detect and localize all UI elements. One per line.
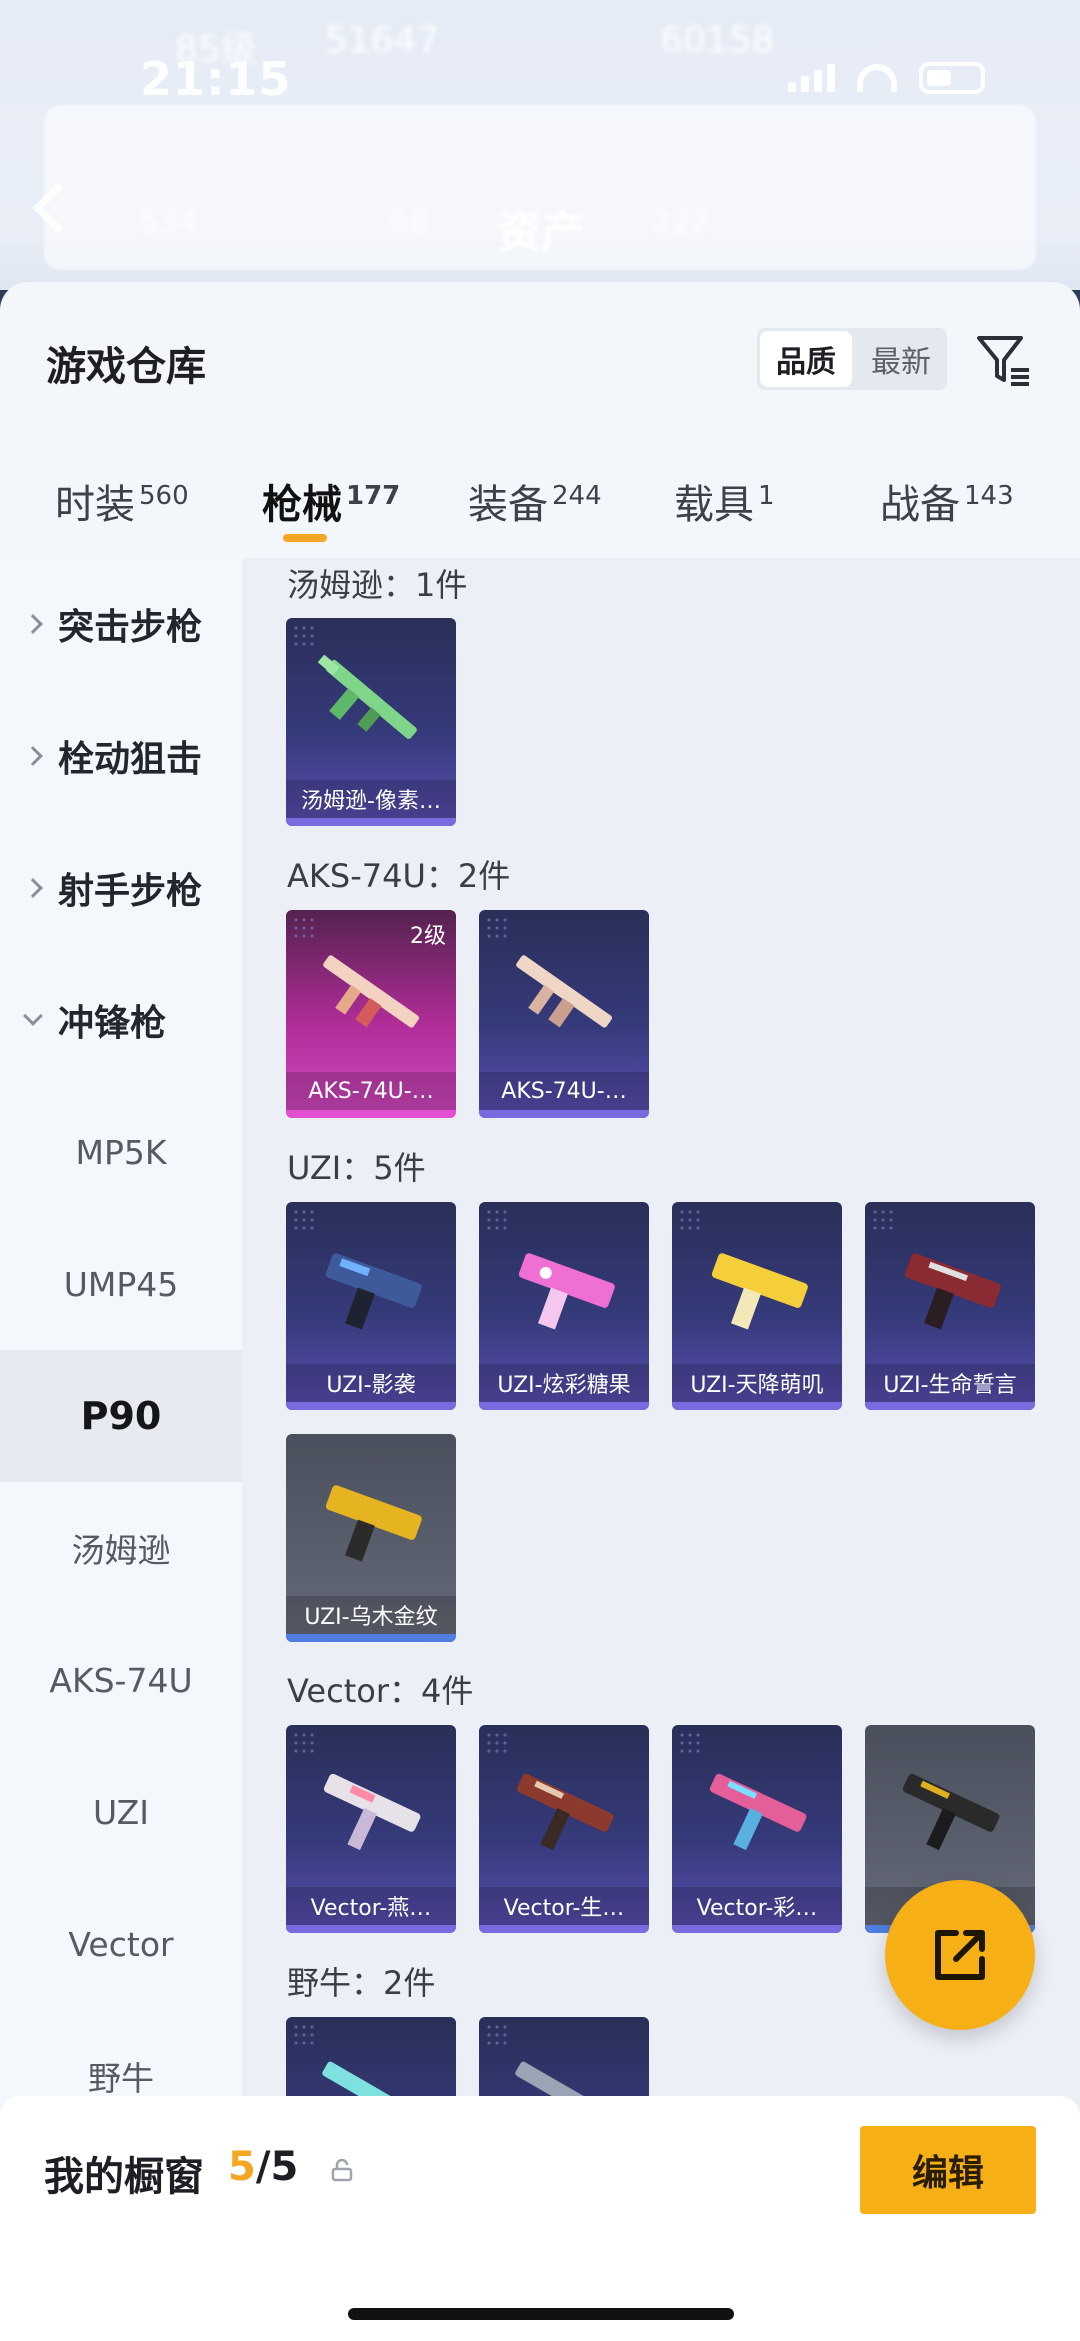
weapon-card[interactable]: Vector-生… xyxy=(479,1725,649,1933)
tab-guns[interactable]: 枪械 177 xyxy=(262,472,400,530)
wifi-icon xyxy=(857,64,897,92)
tab-vehicles[interactable]: 载具 1 xyxy=(674,472,775,530)
weapon-card[interactable]: AKS-74U-… xyxy=(479,910,649,1118)
weapon-card-label: UZI-影袭 xyxy=(286,1364,456,1402)
share-button[interactable] xyxy=(885,1880,1035,2030)
vector-icon xyxy=(323,1773,421,1851)
background-title: 资产 xyxy=(497,207,585,258)
sidebar-item-aks74u[interactable]: AKS-74U xyxy=(0,1614,242,1746)
external-link-icon xyxy=(935,1930,985,1980)
weapon-card-label: AKS-74U-… xyxy=(286,1072,456,1110)
sidebar-item-vector[interactable]: Vector xyxy=(0,1878,242,2010)
group-title: UZI：5件 xyxy=(287,1149,426,1187)
vector-icon xyxy=(709,1773,807,1851)
sort-quality-button[interactable]: 品质 xyxy=(760,331,852,387)
uzi-icon xyxy=(904,1253,1001,1330)
showcase-bar: 我的橱窗 5/5 编辑 xyxy=(0,2096,1080,2341)
page-title: 游戏仓库 xyxy=(46,344,206,390)
chevron-down-icon xyxy=(23,1006,43,1026)
chevron-right-icon xyxy=(23,746,43,766)
tab-equipment[interactable]: 装备 244 xyxy=(468,472,602,530)
background-stat: 222 xyxy=(652,205,710,240)
uzi-icon xyxy=(518,1253,615,1330)
sidebar-item-assault-rifle[interactable]: 突击步枪 xyxy=(0,558,242,690)
weapon-card-label: Vector-彩… xyxy=(672,1887,842,1925)
sort-newest-button[interactable]: 最新 xyxy=(855,328,947,390)
group-title: 野牛：2件 xyxy=(287,1964,436,2002)
background-stat: 534 xyxy=(140,205,198,240)
weapon-card[interactable]: 汤姆逊-像素… xyxy=(286,618,456,826)
battery-icon xyxy=(919,62,985,94)
weapon-card[interactable]: UZI-乌木金纹 xyxy=(286,1434,456,1642)
sidebar-item-thompson[interactable]: 汤姆逊 xyxy=(0,1482,242,1614)
sort-toggle: 品质 最新 xyxy=(757,328,947,390)
chevron-right-icon xyxy=(23,614,43,634)
sidebar-item-bolt-sniper[interactable]: 栓动狙击 xyxy=(0,690,242,822)
weapon-card[interactable]: UZI-生命誓言 xyxy=(865,1202,1035,1410)
group-title: Vector：4件 xyxy=(287,1672,474,1710)
uzi-icon xyxy=(325,1253,422,1330)
tab-supplies[interactable]: 战备 143 xyxy=(880,472,1014,530)
background-header: 85级 51647 60158 534 68 222 21:15 资产 xyxy=(0,0,1080,290)
sidebar-item-smg[interactable]: 冲锋枪 xyxy=(0,954,242,1086)
uzi-icon xyxy=(325,1485,422,1562)
item-grid: 汤姆逊：1件 汤姆逊-像素… AKS-74U：2件 2级 AKS-74U-… A… xyxy=(242,558,1080,2341)
filter-icon[interactable] xyxy=(975,332,1033,390)
weapon-card[interactable]: Vector-燕… xyxy=(286,1725,456,1933)
weapon-card[interactable]: Vector-彩… xyxy=(672,1725,842,1933)
weapon-card-label: UZI-炫彩糖果 xyxy=(479,1364,649,1402)
weapon-card[interactable]: 2级 AKS-74U-… xyxy=(286,910,456,1118)
vector-icon xyxy=(516,1773,614,1851)
weapon-card-label: AKS-74U-… xyxy=(479,1072,649,1110)
thompson-icon xyxy=(317,654,417,739)
background-stat: 60158 xyxy=(660,20,775,61)
unlock-icon[interactable] xyxy=(330,2158,354,2182)
aks74u-icon xyxy=(323,955,419,1028)
aks74u-icon xyxy=(516,955,612,1028)
status-time: 21:15 xyxy=(140,52,292,106)
status-icons xyxy=(788,62,985,94)
tab-fashion[interactable]: 时装 560 xyxy=(55,472,189,530)
group-title: 汤姆逊：1件 xyxy=(287,566,468,604)
showcase-count: 5/5 xyxy=(228,2144,299,2190)
sidebar-item-mp5k[interactable]: MP5K xyxy=(0,1086,242,1218)
active-tab-indicator xyxy=(283,534,327,542)
showcase-label: 我的橱窗 xyxy=(44,2154,204,2200)
sidebar-item-ump45[interactable]: UMP45 xyxy=(0,1218,242,1350)
category-tabs: 时装 560 枪械 177 装备 244 载具 1 战备 143 xyxy=(0,462,1080,542)
weapon-type-sidebar: 突击步枪 栓动狙击 射手步枪 冲锋枪 MP5K UMP45 P90 汤姆逊 AK… xyxy=(0,558,242,2341)
edit-button[interactable]: 编辑 xyxy=(860,2126,1036,2214)
weapon-card-label: Vector-生… xyxy=(479,1887,649,1925)
home-indicator xyxy=(348,2308,734,2320)
sidebar-item-marksman-rifle[interactable]: 射手步枪 xyxy=(0,822,242,954)
background-stat: 68 xyxy=(390,205,429,240)
weapon-card[interactable]: UZI-炫彩糖果 xyxy=(479,1202,649,1410)
weapon-card-label: Vector-燕… xyxy=(286,1887,456,1925)
group-title: AKS-74U：2件 xyxy=(287,857,511,895)
warehouse-sheet: 游戏仓库 品质 最新 时装 560 枪械 177 装备 244 载具 1 战备 143 突… xyxy=(0,282,1080,2341)
weapon-card-label: UZI-生命誓言 xyxy=(865,1364,1035,1402)
signal-icon xyxy=(788,64,835,92)
chevron-right-icon xyxy=(23,878,43,898)
weapon-card-label: UZI-天降萌叽 xyxy=(672,1364,842,1402)
sidebar-item-p90[interactable]: P90 xyxy=(0,1350,242,1482)
weapon-card-label: 汤姆逊-像素… xyxy=(286,780,456,818)
weapon-card[interactable]: UZI-影袭 xyxy=(286,1202,456,1410)
weapon-card-label: UZI-乌木金纹 xyxy=(286,1596,456,1634)
sidebar-item-uzi[interactable]: UZI xyxy=(0,1746,242,1878)
weapon-card[interactable]: UZI-天降萌叽 xyxy=(672,1202,842,1410)
uzi-icon xyxy=(711,1253,808,1330)
vector-icon xyxy=(902,1773,1000,1851)
background-stat: 51647 xyxy=(325,20,440,61)
